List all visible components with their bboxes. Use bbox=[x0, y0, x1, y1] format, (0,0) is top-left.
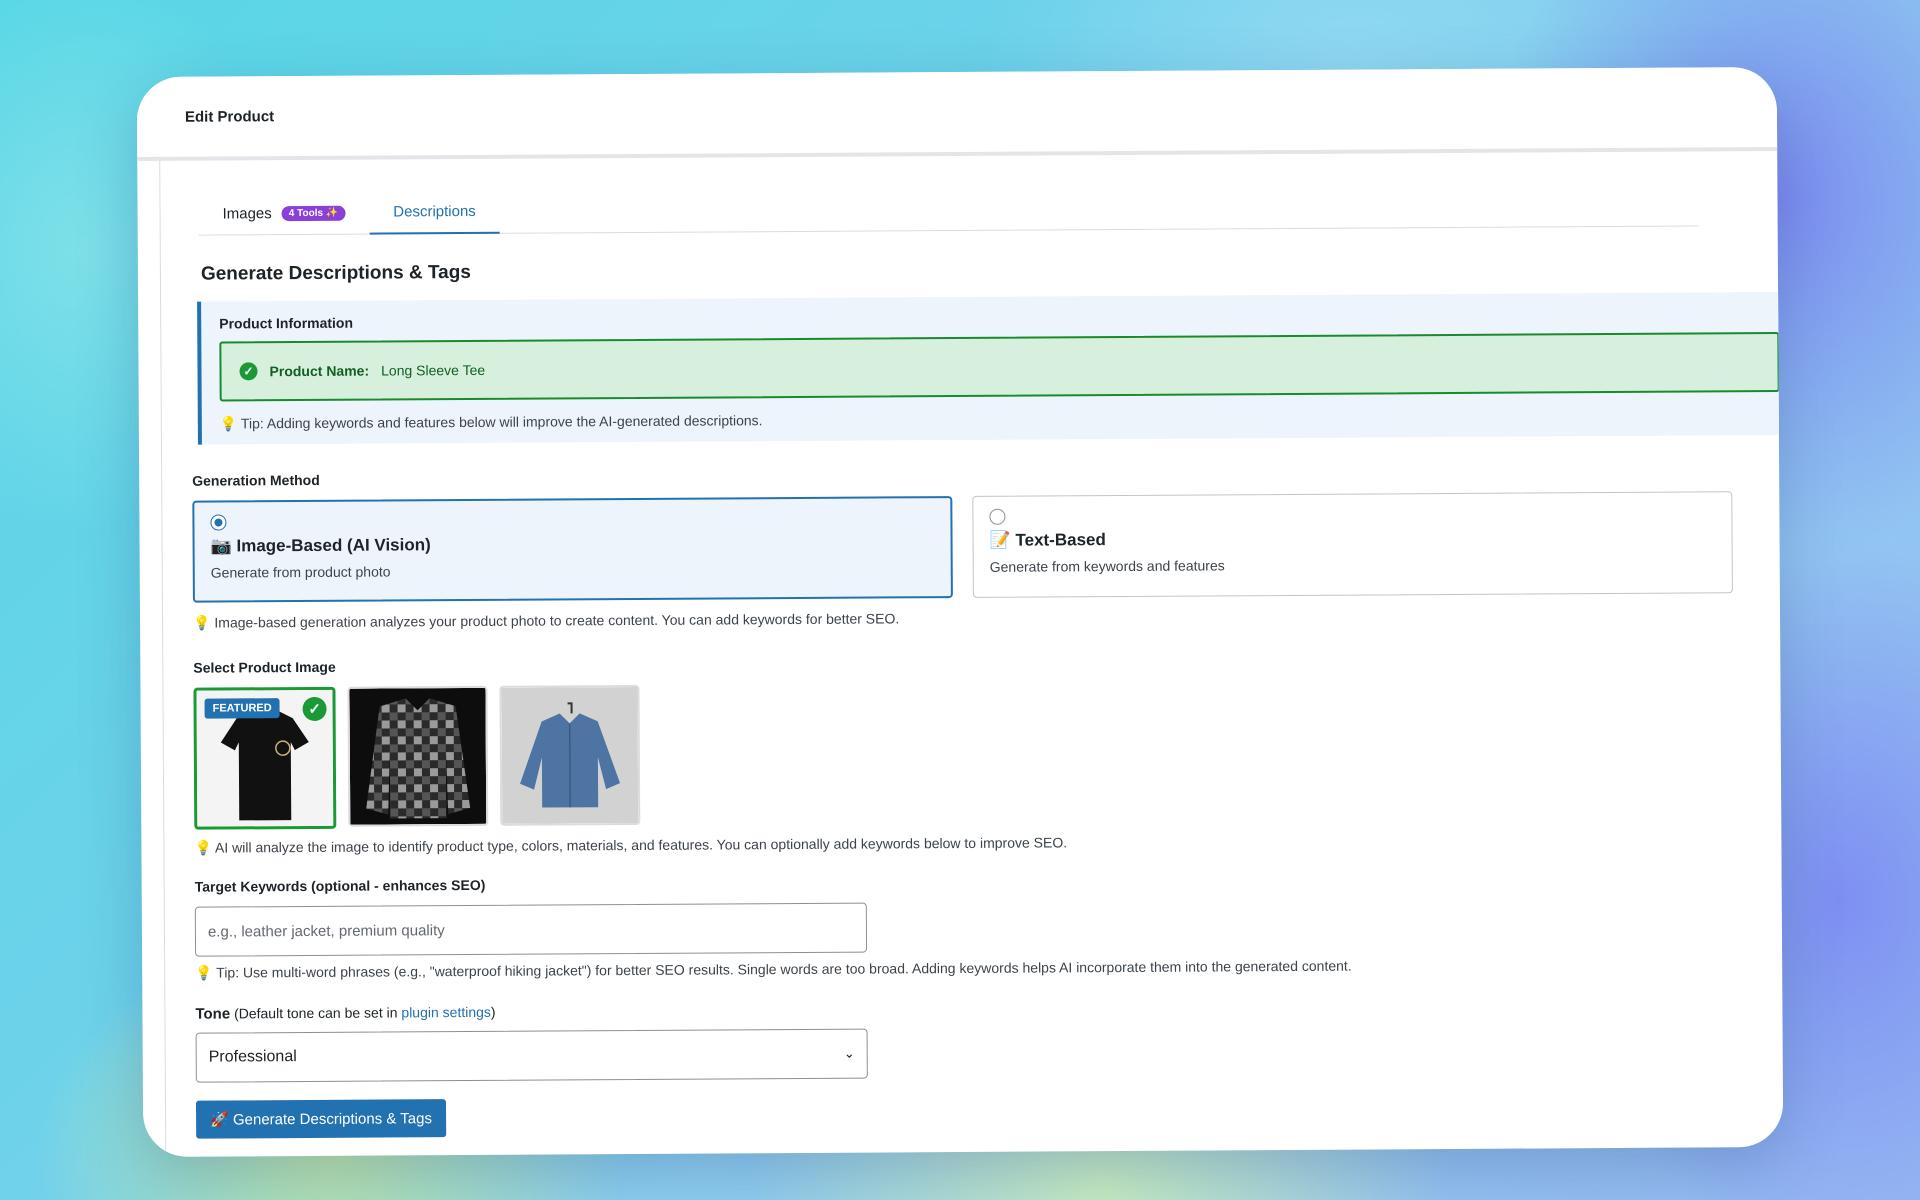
thumb-denim-shirt[interactable] bbox=[499, 684, 641, 826]
method-image-based[interactable]: 📷 Image-Based (AI Vision) Generate from … bbox=[192, 496, 953, 603]
tone-select[interactable]: Professional ⌄ bbox=[195, 1028, 868, 1083]
generation-method-hint: 💡 Image-based generation analyzes your p… bbox=[193, 610, 900, 631]
tab-descriptions[interactable]: Descriptions bbox=[369, 202, 500, 235]
denim-shirt-image bbox=[501, 686, 639, 824]
product-info-box: Product Information ✓ Product Name: Long… bbox=[197, 291, 1784, 445]
edit-product-page: Images 4 Tools ✨ Descriptions Generate D… bbox=[159, 150, 1784, 1157]
method-image-desc: Generate from product photo bbox=[210, 563, 391, 581]
product-name-value: Long Sleeve Tee bbox=[381, 361, 486, 379]
method-image-title: 📷 Image-Based (AI Vision) bbox=[210, 535, 431, 556]
tab-bar: Images 4 Tools ✨ Descriptions bbox=[198, 169, 1699, 236]
plugin-settings-link[interactable]: plugin settings bbox=[401, 1004, 491, 1021]
thumb-plaid-shirt[interactable] bbox=[347, 685, 489, 827]
tab-images[interactable]: Images 4 Tools ✨ bbox=[199, 205, 370, 235]
radio-button-checked[interactable] bbox=[210, 514, 227, 531]
chevron-down-icon: ⌄ bbox=[843, 1045, 855, 1061]
image-thumbnails: FEATURED ✓ bbox=[193, 678, 1751, 830]
method-text-based[interactable]: 📝 Text-Based Generate from keywords and … bbox=[972, 491, 1733, 598]
product-name-box: ✓ Product Name: Long Sleeve Tee bbox=[219, 331, 1780, 402]
keywords-label: Target Keywords (optional - enhances SEO… bbox=[194, 876, 486, 895]
tone-note-prefix: (Default tone can be set in bbox=[233, 1004, 402, 1022]
selected-check-icon: ✓ bbox=[302, 696, 327, 722]
product-info-title: Product Information bbox=[219, 314, 354, 332]
tone-note-suffix: ) bbox=[490, 1003, 496, 1020]
generation-method-options: 📷 Image-Based (AI Vision) Generate from … bbox=[192, 491, 1750, 603]
page-title: Generate Descriptions & Tags bbox=[200, 261, 471, 285]
tab-images-label: Images bbox=[222, 205, 272, 223]
app-window: Edit Product Images 4 Tools ✨ Descriptio… bbox=[136, 67, 1784, 1157]
product-name-label: Product Name: bbox=[269, 362, 370, 380]
generate-button[interactable]: 🚀 Generate Descriptions & Tags bbox=[195, 1099, 447, 1139]
keywords-input[interactable] bbox=[194, 902, 868, 957]
check-circle-icon: ✓ bbox=[239, 362, 258, 381]
keywords-tip: 💡 Tip: Use multi-word phrases (e.g., "wa… bbox=[195, 957, 1352, 981]
tone-selected-value: Professional bbox=[208, 1048, 297, 1066]
method-text-title: 📝 Text-Based bbox=[989, 530, 1106, 550]
featured-badge: FEATURED bbox=[204, 698, 280, 719]
product-info-tip: 💡 Tip: Adding keywords and features belo… bbox=[219, 412, 763, 432]
tools-badge: 4 Tools ✨ bbox=[281, 205, 346, 222]
tab-descriptions-label: Descriptions bbox=[393, 202, 476, 221]
image-analysis-hint: 💡 AI will analyze the image to identify … bbox=[194, 834, 1068, 856]
thumb-black-tshirt[interactable]: FEATURED ✓ bbox=[193, 686, 337, 830]
tone-label-row: Tone (Default tone can be set in plugin … bbox=[195, 996, 1752, 1023]
plaid-flannel-shirt-image bbox=[349, 687, 487, 825]
method-text-desc: Generate from keywords and features bbox=[989, 557, 1225, 575]
window-title: Edit Product bbox=[136, 67, 1778, 162]
radio-button-unchecked[interactable] bbox=[989, 508, 1006, 525]
select-image-label: Select Product Image bbox=[193, 658, 336, 676]
tone-label: Tone bbox=[195, 1005, 231, 1023]
generation-method-label: Generation Method bbox=[192, 471, 320, 489]
